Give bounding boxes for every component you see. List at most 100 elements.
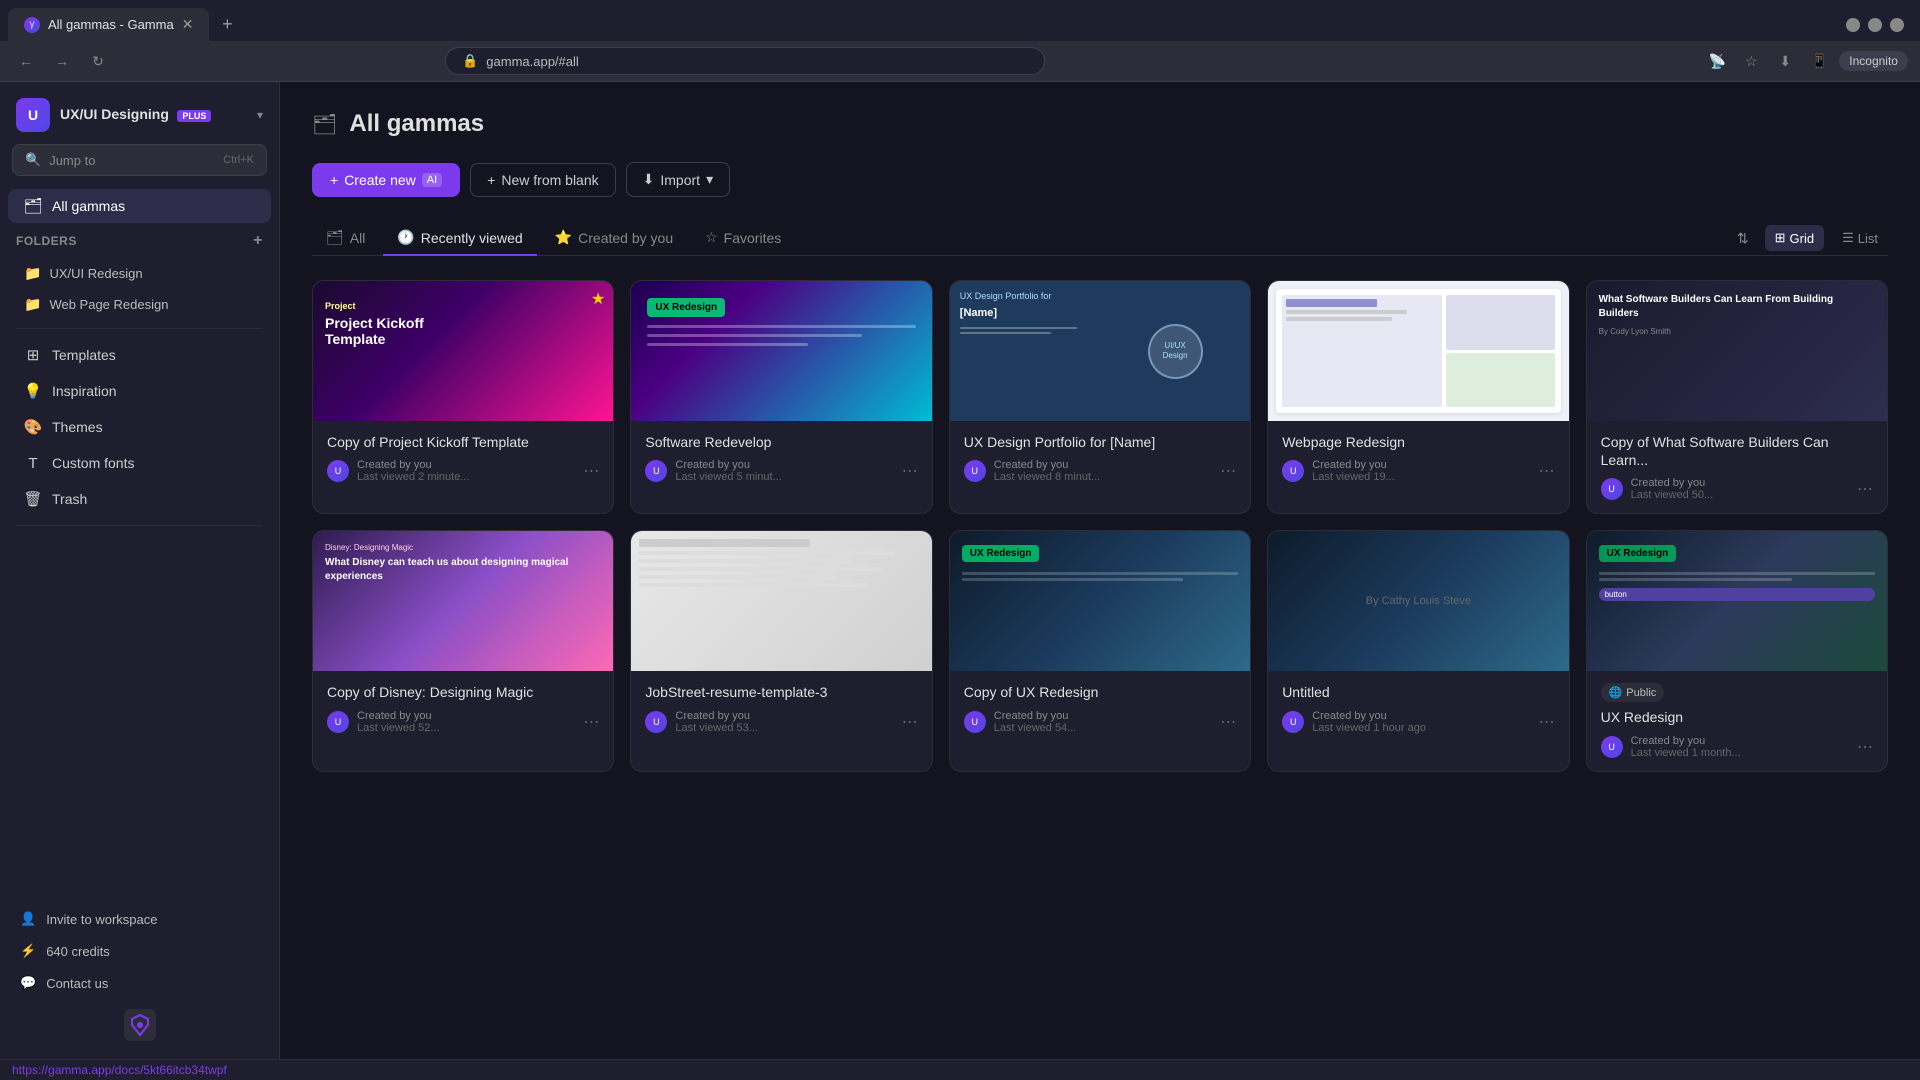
card-more-button[interactable]: ⋯ bbox=[902, 461, 918, 481]
card-more-button[interactable]: ⋯ bbox=[1539, 461, 1555, 481]
card-more-button[interactable]: ⋯ bbox=[902, 712, 918, 732]
card-untitled[interactable]: By Cathy Louis Steve Untitled U Created … bbox=[1267, 530, 1569, 771]
card-jobstreet-resume[interactable]: JobStreet-resume-template-3 U Created by… bbox=[630, 530, 932, 771]
sidebar-item-templates[interactable]: ⊞ Templates bbox=[8, 338, 271, 372]
templates-icon: ⊞ bbox=[24, 346, 42, 364]
search-bar[interactable]: 🔍 Jump to Ctrl+K bbox=[12, 144, 267, 176]
sidebar-invite-workspace[interactable]: 👤 Invite to workspace bbox=[8, 903, 271, 935]
card-more-button[interactable]: ⋯ bbox=[1220, 712, 1236, 732]
cast-icon[interactable]: 📡 bbox=[1703, 47, 1731, 75]
card-thumbnail: By Cathy Louis Steve bbox=[1268, 531, 1568, 671]
close-button[interactable] bbox=[1890, 18, 1904, 32]
blank-plus-icon: + bbox=[487, 172, 495, 188]
workspace-avatar: U bbox=[16, 98, 50, 132]
card-copy-software-builders[interactable]: What Software Builders Can Learn From Bu… bbox=[1586, 280, 1888, 514]
card-disney-designing-magic[interactable]: Disney: Designing Magic What Disney can … bbox=[312, 530, 614, 771]
all-tab-label: All bbox=[350, 230, 366, 246]
active-tab[interactable]: γ All gammas - Gamma ✕ bbox=[8, 8, 209, 41]
workspace-header[interactable]: U UX/UI Designing PLUS ▾ bbox=[0, 82, 279, 144]
card-meta: U Created by you Last viewed 53... ⋯ bbox=[645, 710, 917, 734]
create-new-button[interactable]: + Create new AI bbox=[312, 163, 460, 197]
back-button[interactable]: ← bbox=[12, 47, 40, 75]
card-body: Copy of UX Redesign U Created by you Las… bbox=[950, 671, 1250, 745]
download-icon[interactable]: ⬇ bbox=[1771, 47, 1799, 75]
filter-tab-favorites[interactable]: ☆ Favorites bbox=[691, 221, 795, 256]
card-more-button[interactable]: ⋯ bbox=[1857, 737, 1873, 757]
card-copy-ux-redesign[interactable]: UX Redesign Copy of UX Redesign U Create… bbox=[949, 530, 1251, 771]
sidebar-item-custom-fonts[interactable]: T Custom fonts bbox=[8, 446, 271, 480]
card-body: Webpage Redesign U Created by you Last v… bbox=[1268, 421, 1568, 495]
card-by: Created by you bbox=[1631, 735, 1849, 747]
credits-icon: ⚡ bbox=[20, 943, 36, 959]
tab-close-button[interactable]: ✕ bbox=[182, 16, 194, 33]
view-controls: ⇅ ⊞ Grid ☰ List bbox=[1729, 225, 1888, 251]
bookmark-star-icon[interactable]: ☆ bbox=[1737, 47, 1765, 75]
card-more-button[interactable]: ⋯ bbox=[583, 712, 599, 732]
reload-button[interactable]: ↻ bbox=[84, 47, 112, 75]
sidebar-item-all-gammas[interactable]: 🗂 All gammas bbox=[8, 189, 271, 223]
inspiration-icon: 💡 bbox=[24, 382, 42, 400]
card-time: Last viewed 5 minut... bbox=[675, 471, 893, 483]
create-plus-icon: + bbox=[330, 172, 338, 188]
card-ux-redesign[interactable]: UX Redesign button 🌐 Public UX Redesign … bbox=[1586, 530, 1888, 771]
favorites-label: Favorites bbox=[724, 230, 782, 246]
grid-view-button[interactable]: ⊞ Grid bbox=[1765, 225, 1824, 251]
device-icon[interactable]: 📱 bbox=[1805, 47, 1833, 75]
maximize-button[interactable] bbox=[1868, 18, 1882, 32]
card-ux-design-portfolio[interactable]: UX Design Portfolio for [Name] UI/UXDesi… bbox=[949, 280, 1251, 514]
card-more-button[interactable]: ⋯ bbox=[1857, 479, 1873, 499]
all-tab-icon: 🗂 bbox=[326, 229, 344, 246]
card-title: Webpage Redesign bbox=[1282, 433, 1554, 451]
card-meta: U Created by you Last viewed 5 minut... … bbox=[645, 459, 917, 483]
page-title: All gammas bbox=[349, 110, 484, 138]
card-more-button[interactable]: ⋯ bbox=[1220, 461, 1236, 481]
sidebar-item-inspiration[interactable]: 💡 Inspiration bbox=[8, 374, 271, 408]
card-by: Created by you bbox=[1631, 477, 1849, 489]
card-software-redevelop[interactable]: UX Redesign Software Redevelop U Created… bbox=[630, 280, 932, 514]
new-tab-button[interactable]: + bbox=[213, 11, 241, 39]
filter-tab-recently-viewed[interactable]: 🕐 Recently viewed bbox=[383, 221, 536, 256]
card-more-button[interactable]: ⋯ bbox=[1539, 712, 1555, 732]
card-meta: U Created by you Last viewed 2 minute...… bbox=[327, 459, 599, 483]
card-meta: U Created by you Last viewed 19... ⋯ bbox=[1282, 459, 1554, 483]
minimize-button[interactable] bbox=[1846, 18, 1860, 32]
card-by: Created by you bbox=[357, 459, 575, 471]
card-webpage-redesign[interactable]: Webpage Redesign U Created by you Last v… bbox=[1267, 280, 1569, 514]
sidebar-item-webpage-redesign[interactable]: 📁 Web Page Redesign bbox=[8, 290, 271, 319]
import-label: Import bbox=[660, 172, 700, 188]
sidebar-credits[interactable]: ⚡ 640 credits bbox=[8, 935, 271, 967]
card-thumbnail bbox=[1268, 281, 1568, 421]
window-controls bbox=[1846, 18, 1912, 32]
card-body: Copy of What Software Builders Can Learn… bbox=[1587, 421, 1887, 513]
new-from-blank-button[interactable]: + New from blank bbox=[470, 163, 615, 197]
card-title: Untitled bbox=[1282, 683, 1554, 701]
list-view-button[interactable]: ☰ List bbox=[1832, 225, 1888, 251]
card-copy-project-kickoff[interactable]: Project Project KickoffTemplate ★ Copy o… bbox=[312, 280, 614, 514]
filter-tab-created-by-you[interactable]: ⭐ Created by you bbox=[541, 221, 687, 256]
filter-tab-all[interactable]: 🗂 All bbox=[312, 221, 379, 256]
card-time: Last viewed 53... bbox=[675, 722, 893, 734]
sidebar-item-trash[interactable]: 🗑 Trash bbox=[8, 482, 271, 516]
sidebar-contact-us[interactable]: 💬 Contact us bbox=[8, 967, 271, 999]
search-shortcut: Ctrl+K bbox=[223, 154, 254, 166]
sidebar-item-themes[interactable]: 🎨 Themes bbox=[8, 410, 271, 444]
create-new-label: Create new bbox=[344, 172, 416, 188]
created-tab-icon: ⭐ bbox=[555, 229, 572, 246]
forward-button[interactable]: → bbox=[48, 47, 76, 75]
address-bar-row: ← → ↻ 🔒 gamma.app/#all 📡 ☆ ⬇ 📱 Incognito bbox=[0, 41, 1920, 82]
grid-label: Grid bbox=[1790, 231, 1815, 246]
card-title: Copy of UX Redesign bbox=[964, 683, 1236, 701]
address-bar[interactable]: 🔒 gamma.app/#all bbox=[445, 47, 1045, 75]
card-by: Created by you bbox=[994, 459, 1212, 471]
incognito-badge[interactable]: Incognito bbox=[1839, 51, 1908, 71]
sort-button[interactable]: ⇅ bbox=[1729, 226, 1757, 251]
card-time: Last viewed 8 minut... bbox=[994, 471, 1212, 483]
card-by: Created by you bbox=[1312, 710, 1530, 722]
sidebar-item-uxui-redesign[interactable]: 📁 UX/UI Redesign bbox=[8, 259, 271, 288]
card-more-button[interactable]: ⋯ bbox=[583, 461, 599, 481]
new-from-blank-label: New from blank bbox=[501, 172, 598, 188]
plus-badge: PLUS bbox=[177, 110, 211, 122]
import-button[interactable]: ⬇ Import ▾ bbox=[626, 162, 730, 197]
add-folder-button[interactable]: + bbox=[253, 232, 263, 250]
tab-bar: γ All gammas - Gamma ✕ + bbox=[0, 0, 1920, 41]
